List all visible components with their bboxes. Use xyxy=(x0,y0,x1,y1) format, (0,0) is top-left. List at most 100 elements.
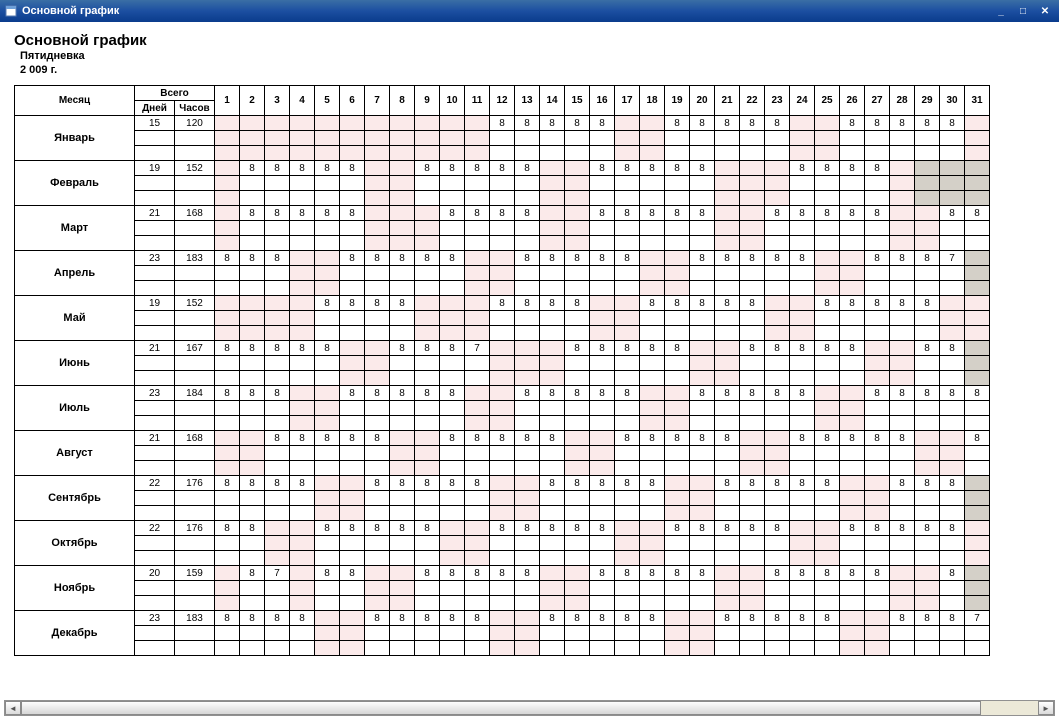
header-day-23[interactable]: 23 xyxy=(765,86,790,116)
day-cell[interactable] xyxy=(940,296,965,311)
day-cell[interactable]: 8 xyxy=(315,431,340,446)
day-cell[interactable] xyxy=(665,251,690,266)
day-cell[interactable]: 8 xyxy=(890,116,915,131)
day-cell[interactable]: 8 xyxy=(915,116,940,131)
day-cell[interactable]: 8 xyxy=(215,476,240,491)
header-day-19[interactable]: 19 xyxy=(665,86,690,116)
day-cell[interactable]: 8 xyxy=(690,431,715,446)
day-cell[interactable]: 8 xyxy=(865,161,890,176)
day-cell[interactable] xyxy=(640,116,665,131)
day-cell[interactable] xyxy=(390,116,415,131)
day-cell[interactable]: 8 xyxy=(565,251,590,266)
day-cell[interactable] xyxy=(290,521,315,536)
day-cell[interactable]: 8 xyxy=(515,206,540,221)
day-cell[interactable]: 8 xyxy=(640,566,665,581)
day-cell[interactable]: 8 xyxy=(440,431,465,446)
day-cell[interactable] xyxy=(565,206,590,221)
day-cell[interactable]: 8 xyxy=(640,341,665,356)
day-cell[interactable]: 8 xyxy=(265,611,290,626)
day-cell[interactable]: 8 xyxy=(815,476,840,491)
header-day-8[interactable]: 8 xyxy=(390,86,415,116)
day-cell[interactable] xyxy=(340,116,365,131)
day-cell[interactable]: 8 xyxy=(715,476,740,491)
day-cell[interactable]: 8 xyxy=(590,341,615,356)
day-cell[interactable]: 8 xyxy=(715,116,740,131)
day-cell[interactable]: 8 xyxy=(315,296,340,311)
day-cell[interactable] xyxy=(665,611,690,626)
day-cell[interactable]: 8 xyxy=(840,296,865,311)
day-cell[interactable]: 8 xyxy=(665,566,690,581)
day-cell[interactable]: 8 xyxy=(390,386,415,401)
day-cell[interactable]: 8 xyxy=(665,431,690,446)
day-cell[interactable] xyxy=(440,521,465,536)
day-cell[interactable] xyxy=(465,386,490,401)
day-cell[interactable]: 8 xyxy=(965,206,990,221)
day-cell[interactable] xyxy=(315,386,340,401)
day-cell[interactable]: 8 xyxy=(915,476,940,491)
horizontal-scrollbar[interactable]: ◄ ► xyxy=(4,700,1055,716)
day-cell[interactable]: 8 xyxy=(340,251,365,266)
header-day-11[interactable]: 11 xyxy=(465,86,490,116)
day-cell[interactable]: 8 xyxy=(915,251,940,266)
header-day-26[interactable]: 26 xyxy=(840,86,865,116)
day-cell[interactable]: 8 xyxy=(465,431,490,446)
day-cell[interactable] xyxy=(490,386,515,401)
day-cell[interactable]: 8 xyxy=(590,161,615,176)
day-cell[interactable]: 8 xyxy=(365,611,390,626)
day-cell[interactable] xyxy=(590,296,615,311)
day-cell[interactable]: 8 xyxy=(640,161,665,176)
day-cell[interactable] xyxy=(540,566,565,581)
day-cell[interactable] xyxy=(715,566,740,581)
day-cell[interactable]: 8 xyxy=(765,116,790,131)
day-cell[interactable]: 8 xyxy=(765,611,790,626)
header-day-16[interactable]: 16 xyxy=(590,86,615,116)
day-cell[interactable]: 8 xyxy=(815,161,840,176)
day-cell[interactable] xyxy=(540,341,565,356)
day-cell[interactable] xyxy=(915,566,940,581)
day-cell[interactable] xyxy=(265,116,290,131)
day-cell[interactable]: 8 xyxy=(290,431,315,446)
day-cell[interactable]: 8 xyxy=(640,206,665,221)
day-cell[interactable]: 8 xyxy=(590,476,615,491)
day-cell[interactable]: 8 xyxy=(790,206,815,221)
day-cell[interactable]: 8 xyxy=(790,431,815,446)
day-cell[interactable]: 8 xyxy=(315,566,340,581)
day-cell[interactable] xyxy=(615,521,640,536)
day-cell[interactable] xyxy=(740,206,765,221)
day-cell[interactable]: 8 xyxy=(915,341,940,356)
day-cell[interactable]: 8 xyxy=(390,296,415,311)
day-cell[interactable]: 8 xyxy=(890,386,915,401)
day-cell[interactable] xyxy=(265,521,290,536)
day-cell[interactable]: 8 xyxy=(865,386,890,401)
day-cell[interactable]: 8 xyxy=(765,341,790,356)
day-cell[interactable]: 8 xyxy=(740,521,765,536)
day-cell[interactable] xyxy=(390,206,415,221)
header-day-14[interactable]: 14 xyxy=(540,86,565,116)
day-cell[interactable]: 8 xyxy=(265,251,290,266)
day-cell[interactable] xyxy=(940,431,965,446)
day-cell[interactable] xyxy=(515,341,540,356)
day-cell[interactable]: 8 xyxy=(865,206,890,221)
day-cell[interactable] xyxy=(390,431,415,446)
day-cell[interactable]: 8 xyxy=(690,296,715,311)
day-cell[interactable]: 8 xyxy=(715,296,740,311)
day-cell[interactable] xyxy=(515,476,540,491)
header-day-1[interactable]: 1 xyxy=(215,86,240,116)
day-cell[interactable]: 8 xyxy=(565,611,590,626)
day-cell[interactable]: 8 xyxy=(790,161,815,176)
day-cell[interactable]: 8 xyxy=(940,386,965,401)
day-cell[interactable]: 8 xyxy=(390,251,415,266)
day-cell[interactable]: 8 xyxy=(240,251,265,266)
day-cell[interactable]: 8 xyxy=(615,341,640,356)
day-cell[interactable]: 8 xyxy=(865,251,890,266)
day-cell[interactable]: 8 xyxy=(965,386,990,401)
day-cell[interactable]: 8 xyxy=(415,611,440,626)
day-cell[interactable] xyxy=(290,296,315,311)
day-cell[interactable] xyxy=(240,431,265,446)
day-cell[interactable]: 8 xyxy=(640,296,665,311)
day-cell[interactable] xyxy=(415,206,440,221)
day-cell[interactable]: 8 xyxy=(390,476,415,491)
day-cell[interactable]: 8 xyxy=(690,251,715,266)
day-cell[interactable]: 8 xyxy=(590,521,615,536)
day-cell[interactable]: 8 xyxy=(690,161,715,176)
